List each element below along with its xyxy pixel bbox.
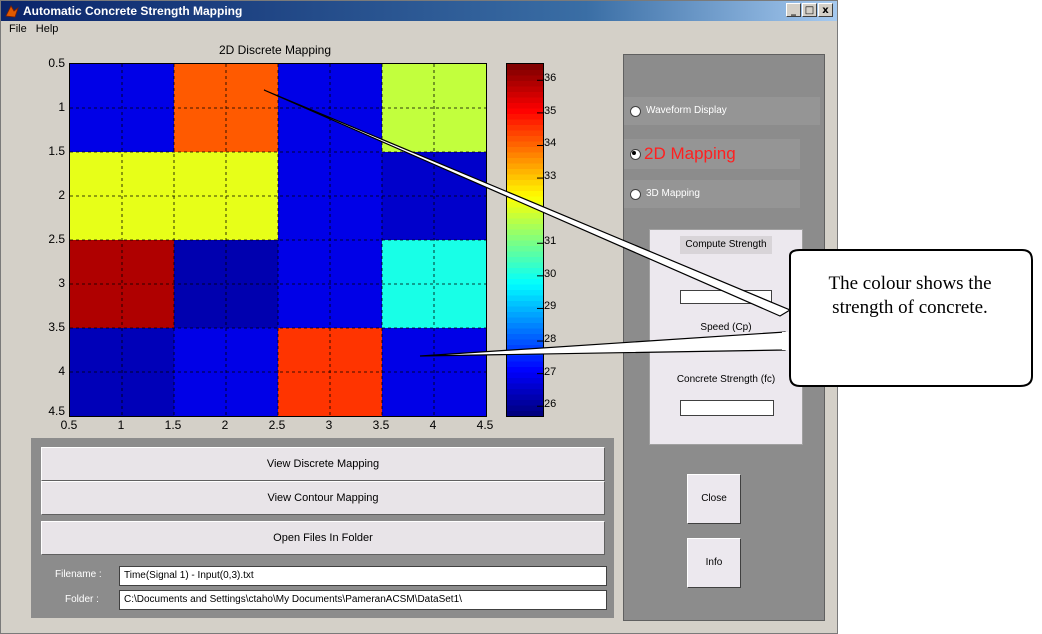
callout-note: The colour shows the strength of concret… xyxy=(828,273,992,318)
